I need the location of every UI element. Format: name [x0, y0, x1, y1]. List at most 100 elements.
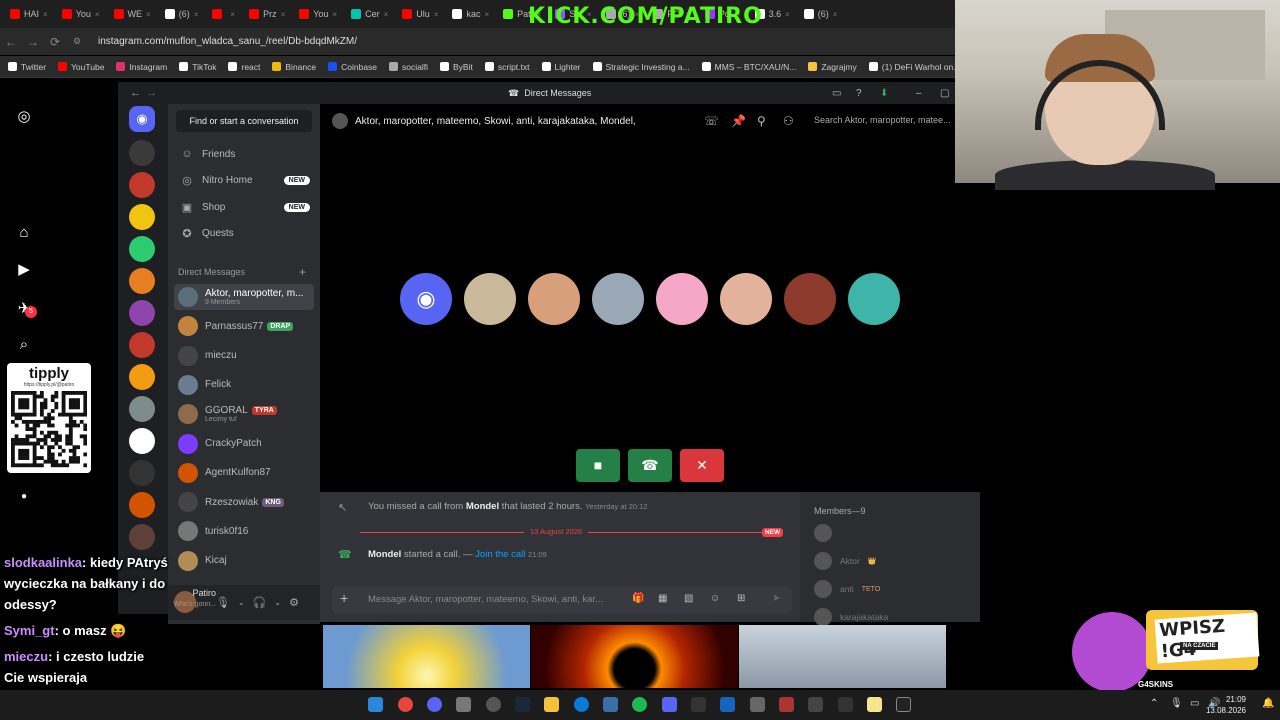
join-call-link[interactable]: Join the call: [475, 549, 525, 560]
bookmark-item[interactable]: Zagrajmy: [808, 62, 857, 72]
bookmark-item[interactable]: Coinbase: [328, 62, 377, 72]
bookmark-item[interactable]: Twitter: [8, 62, 46, 72]
tab-close-icon[interactable]: ×: [785, 10, 790, 19]
dm-list-item[interactable]: AgentKulfon87: [174, 460, 314, 486]
video-thumbnail[interactable]: [323, 625, 530, 688]
maximize-icon[interactable]: ▢: [940, 88, 949, 99]
system-clock[interactable]: 21:09 13.08.2026: [1206, 694, 1246, 716]
home-icon[interactable]: ⌂: [15, 224, 33, 242]
site-info-icon[interactable]: ⚙: [66, 36, 88, 47]
apps-icon[interactable]: ⊞: [737, 593, 745, 604]
url-field[interactable]: instagram.com/muflon_wladca_sanu_/reel/D…: [98, 36, 357, 47]
browser-tab[interactable]: kac ×: [446, 3, 495, 25]
start-icon[interactable]: [368, 697, 383, 712]
tab-close-icon[interactable]: ×: [833, 10, 838, 19]
discord-home-icon[interactable]: ◉: [129, 106, 155, 132]
dm-list-item[interactable]: Parnassus77 DRAP: [174, 313, 314, 339]
server-icon[interactable]: [129, 524, 155, 550]
browser-tab[interactable]: HAI ×: [4, 3, 54, 25]
new-dm-plus-icon[interactable]: +: [299, 265, 306, 279]
member-item[interactable]: anti TETO: [814, 580, 880, 598]
bookmark-item[interactable]: Strategic Investing a...: [592, 62, 690, 72]
tab-close-icon[interactable]: ×: [194, 10, 199, 19]
browser-tab[interactable]: Ulu ×: [396, 3, 444, 25]
steam-icon[interactable]: [515, 697, 530, 712]
browser-tab[interactable]: ×: [206, 3, 241, 25]
app-icon[interactable]: [720, 697, 735, 712]
instagram-logo-icon[interactable]: ◎: [15, 108, 33, 126]
browser-tab[interactable]: You ×: [56, 3, 106, 25]
video-thumbnail[interactable]: [739, 625, 946, 688]
bookmark-item[interactable]: script.txt: [484, 62, 530, 72]
notepad-icon[interactable]: [867, 697, 882, 712]
help-icon[interactable]: ?: [856, 88, 862, 99]
send-icon[interactable]: ➤: [772, 593, 780, 604]
chrome-icon[interactable]: [398, 697, 413, 712]
server-icon[interactable]: [129, 140, 155, 166]
dm-list-item[interactable]: Felick: [174, 372, 314, 398]
download-icon[interactable]: ⬇: [880, 88, 888, 99]
emoji-icon[interactable]: ☺: [710, 593, 720, 604]
message-input[interactable]: Message Aktor, maropotter, mateemo, Skow…: [332, 586, 792, 614]
terminal-icon[interactable]: [896, 697, 911, 712]
server-icon[interactable]: [129, 332, 155, 358]
server-icon[interactable]: [129, 236, 155, 262]
server-icon[interactable]: [129, 492, 155, 518]
bookmark-item[interactable]: TikTok: [179, 62, 216, 72]
dm-list-item[interactable]: mieczu: [174, 343, 314, 369]
tab-close-icon[interactable]: ×: [281, 10, 286, 19]
server-icon[interactable]: [129, 364, 155, 390]
bookmark-item[interactable]: Lighter: [541, 62, 581, 72]
find-conversation-button[interactable]: Find or start a conversation: [176, 110, 312, 132]
member-item[interactable]: [814, 524, 840, 542]
video-thumbnail[interactable]: [531, 625, 738, 688]
server-icon[interactable]: [129, 268, 155, 294]
discord-icon[interactable]: [662, 697, 677, 712]
join-call-button[interactable]: ☎: [628, 449, 672, 482]
bookmark-item[interactable]: socialfi: [389, 62, 428, 72]
call-started-user[interactable]: Mondel: [368, 549, 401, 560]
sticker-icon[interactable]: ▧: [684, 593, 693, 604]
browser-tab[interactable]: WE ×: [108, 3, 157, 25]
inbox-icon[interactable]: ▭: [832, 88, 841, 99]
file-explorer-icon[interactable]: [544, 697, 559, 712]
dm-list-item[interactable]: Aktor, maropotter, m... 9 Members: [174, 284, 314, 310]
nav-item-shop[interactable]: ▣ Shop NEW: [174, 195, 314, 219]
app-icon[interactable]: [691, 697, 706, 712]
forward-icon[interactable]: →: [22, 35, 44, 49]
nav-item-quests[interactable]: ✪ Quests: [174, 222, 314, 246]
call-participant-avatar[interactable]: [528, 273, 580, 325]
spotify-icon[interactable]: [632, 697, 647, 712]
app-icon[interactable]: [779, 697, 794, 712]
missed-call-user[interactable]: Mondel: [466, 501, 499, 512]
tab-close-icon[interactable]: ×: [146, 10, 151, 19]
call-participant-avatar[interactable]: [848, 273, 900, 325]
forward-icon[interactable]: →: [146, 87, 157, 99]
network-icon[interactable]: ▭: [1190, 698, 1199, 709]
back-icon[interactable]: ←: [130, 87, 141, 99]
tab-close-icon[interactable]: ×: [434, 10, 439, 19]
start-voice-call-icon[interactable]: ☏: [704, 114, 719, 128]
app-icon[interactable]: [603, 697, 618, 712]
server-icon[interactable]: [129, 204, 155, 230]
tray-chevron-icon[interactable]: ⌃: [1150, 698, 1158, 709]
tab-close-icon[interactable]: ×: [230, 10, 235, 19]
bookmark-item[interactable]: Binance: [272, 62, 316, 72]
call-participant-avatar[interactable]: [464, 273, 516, 325]
app-icon[interactable]: [808, 697, 823, 712]
server-icon[interactable]: [129, 396, 155, 422]
bookmark-item[interactable]: Instagram: [116, 62, 167, 72]
app-icon[interactable]: [838, 697, 853, 712]
edge-icon[interactable]: [574, 697, 589, 712]
profile-icon[interactable]: ●: [15, 488, 33, 506]
reload-icon[interactable]: ⟳: [44, 35, 66, 49]
minimize-icon[interactable]: –: [916, 88, 922, 99]
gift-icon[interactable]: 🎁: [632, 593, 644, 604]
bookmark-item[interactable]: YouTube: [58, 62, 104, 72]
tab-close-icon[interactable]: ×: [484, 10, 489, 19]
decline-call-button[interactable]: ✕: [680, 449, 724, 482]
server-icon[interactable]: [129, 460, 155, 486]
back-icon[interactable]: ←: [0, 35, 22, 49]
bookmark-item[interactable]: MMS – BTC/XAU/N...: [701, 62, 796, 72]
member-item[interactable]: karajakataka: [814, 608, 888, 626]
